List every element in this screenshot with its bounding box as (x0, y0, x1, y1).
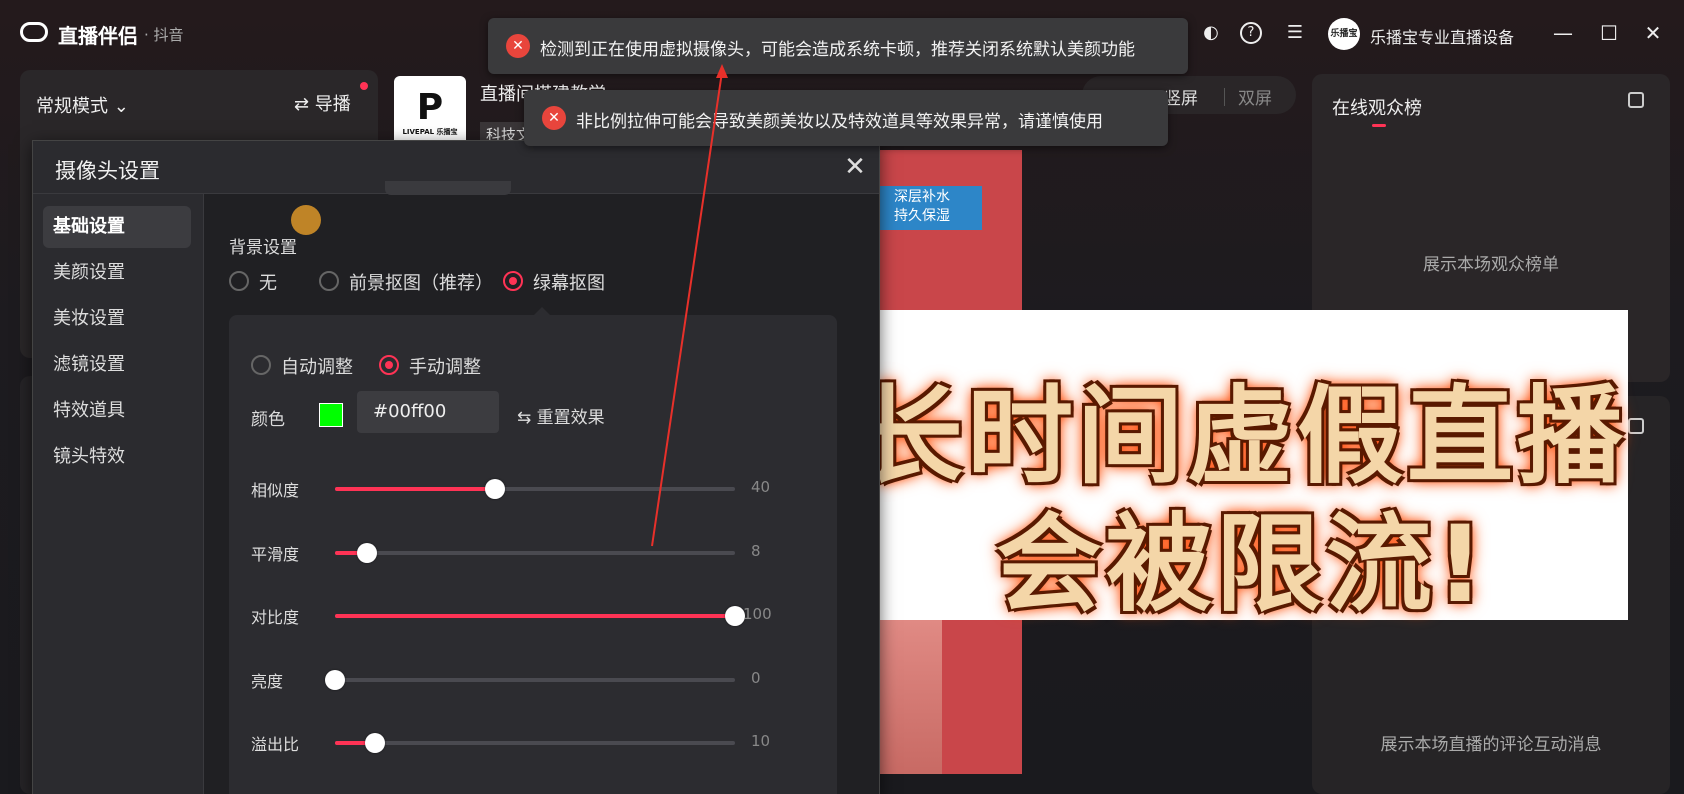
slider-fill (335, 487, 495, 491)
minimize-icon[interactable]: — (1550, 20, 1576, 46)
warning-text: 检测到正在使用虚拟摄像头，可能会造成系统卡顿，推荐关闭系统默认美颜功能 (540, 40, 1135, 60)
nav-filter-settings[interactable]: 滤镜设置 (43, 344, 191, 386)
error-icon: ✕ (542, 106, 566, 130)
auto-adjust-label[interactable]: 自动调整 (281, 353, 353, 379)
stream-logo-letter: P (416, 87, 444, 128)
mouse-cursor-highlight (291, 205, 321, 235)
dual-screen-toggle[interactable]: 双屏 (1238, 84, 1272, 109)
settings-nav: 基础设置 美颜设置 美妆设置 滤镜设置 特效道具 镜头特效 (33, 194, 204, 794)
scrolled-control (385, 181, 511, 195)
user-name[interactable]: 乐播宝专业直播设备 (1370, 24, 1514, 48)
camera-settings-dialog: 摄像头设置 ✕ 基础设置 美颜设置 美妆设置 滤镜设置 特效道具 镜头特效 背景… (32, 140, 880, 794)
slider-track[interactable] (335, 479, 735, 499)
manual-adjust-label[interactable]: 手动调整 (409, 353, 481, 379)
slider-handle[interactable] (357, 543, 377, 563)
warning-text: 非比例拉伸可能会导致美颜美妆以及特效道具等效果异常，请谨慎使用 (576, 112, 1103, 132)
nav-basic-settings[interactable]: 基础设置 (43, 206, 191, 248)
slider-label: 亮度 (251, 672, 284, 691)
stream-logo-caption: LIVEPAL 乐播宝 (402, 128, 458, 136)
app-name: 直播伴侣 (58, 24, 138, 48)
app-window: 直播伴侣 · 抖音 ◐ ? ☰ 乐播宝 乐播宝专业直播设备 — ☐ ✕ 常规模式… (0, 0, 1684, 794)
bg-foreground-radio[interactable] (319, 271, 339, 291)
settings-icon[interactable]: ◐ (1200, 22, 1222, 44)
bg-greenscreen-radio[interactable] (503, 271, 523, 291)
comments-empty-text: 展示本场直播的评论互动消息 (1380, 735, 1602, 755)
slider-value: 0 (751, 669, 761, 687)
popout-icon[interactable] (1628, 92, 1644, 108)
dialog-title: 摄像头设置 (55, 159, 160, 183)
slider-handle[interactable] (485, 479, 505, 499)
close-icon[interactable]: ✕ (841, 153, 869, 181)
color-swatch[interactable] (319, 403, 343, 427)
guide-button[interactable]: ⇄ 导播 (294, 90, 351, 116)
background-settings-label: 背景设置 (229, 238, 297, 258)
app-logo-icon (20, 22, 48, 42)
color-hex-input[interactable]: #00ff00 (357, 391, 499, 433)
slider-fill (335, 614, 735, 618)
virtual-camera-warning: ✕ 检测到正在使用虚拟摄像头，可能会造成系统卡顿，推荐关闭系统默认美颜功能 (488, 18, 1188, 74)
nav-lens-effects[interactable]: 镜头特效 (43, 436, 191, 478)
slider-label: 平滑度 (251, 545, 300, 564)
slider-track[interactable] (325, 670, 735, 690)
slider-label: 对比度 (251, 608, 300, 627)
color-label: 颜色 (251, 410, 285, 430)
stretch-warning: ✕ 非比例拉伸可能会导致美颜美妆以及特效道具等效果异常，请谨慎使用 (524, 90, 1168, 146)
toggle-divider (1224, 88, 1225, 106)
help-icon[interactable]: ? (1240, 22, 1262, 44)
tab-underline (1372, 124, 1386, 127)
slider-handle[interactable] (725, 606, 745, 626)
nav-makeup-settings[interactable]: 美妆设置 (43, 298, 191, 340)
slider-track[interactable] (335, 733, 735, 753)
product-badge: 深层补水 持久保湿 (876, 186, 982, 230)
slider-handle[interactable] (365, 733, 385, 753)
comments-popout-icon[interactable] (1628, 418, 1644, 434)
nav-beauty-settings[interactable]: 美颜设置 (43, 252, 191, 294)
audience-empty-text: 展示本场观众榜单 (1423, 255, 1559, 275)
portrait-toggle[interactable]: 竖屏 (1164, 84, 1198, 109)
slider-handle[interactable] (325, 670, 345, 690)
avatar[interactable]: 乐播宝 (1328, 18, 1360, 50)
slider-value: 10 (751, 732, 771, 750)
notification-dot (360, 82, 368, 90)
slider-value: 8 (751, 542, 761, 560)
mode-dropdown[interactable]: 常规模式 ⌄ (36, 92, 129, 118)
banner-line-2: 会被限流! (995, 503, 1489, 626)
slider-track[interactable] (335, 543, 735, 563)
error-icon: ✕ (506, 34, 530, 58)
bg-greenscreen-label[interactable]: 绿幕抠图 (533, 269, 605, 295)
close-window-icon[interactable]: ✕ (1640, 20, 1666, 46)
nav-effects-props[interactable]: 特效道具 (43, 390, 191, 432)
bg-none-radio[interactable] (229, 271, 249, 291)
slider-value: 40 (751, 478, 771, 496)
bg-foreground-label[interactable]: 前景抠图（推荐） (349, 269, 493, 295)
slider-label: 溢出比 (251, 735, 300, 754)
bg-none-label[interactable]: 无 (259, 269, 277, 295)
auto-adjust-radio[interactable] (251, 355, 271, 375)
slider-track[interactable] (335, 606, 745, 626)
manual-adjust-radio[interactable] (379, 355, 399, 375)
stream-avatar[interactable]: P LIVEPAL 乐播宝 (394, 76, 466, 148)
slider-label: 相似度 (251, 481, 300, 500)
slider-value: 100 (743, 605, 772, 623)
warning-banner: 长时间虚假直播 会被限流! (856, 310, 1628, 626)
maximize-icon[interactable]: ☐ (1596, 20, 1622, 46)
platform-label: · 抖音 (144, 26, 184, 44)
reset-effect-button[interactable]: ⇆ 重置效果 (517, 403, 605, 428)
menu-icon[interactable]: ☰ (1284, 22, 1306, 44)
audience-title[interactable]: 在线观众榜 (1332, 94, 1422, 120)
presenter-image (876, 620, 942, 774)
